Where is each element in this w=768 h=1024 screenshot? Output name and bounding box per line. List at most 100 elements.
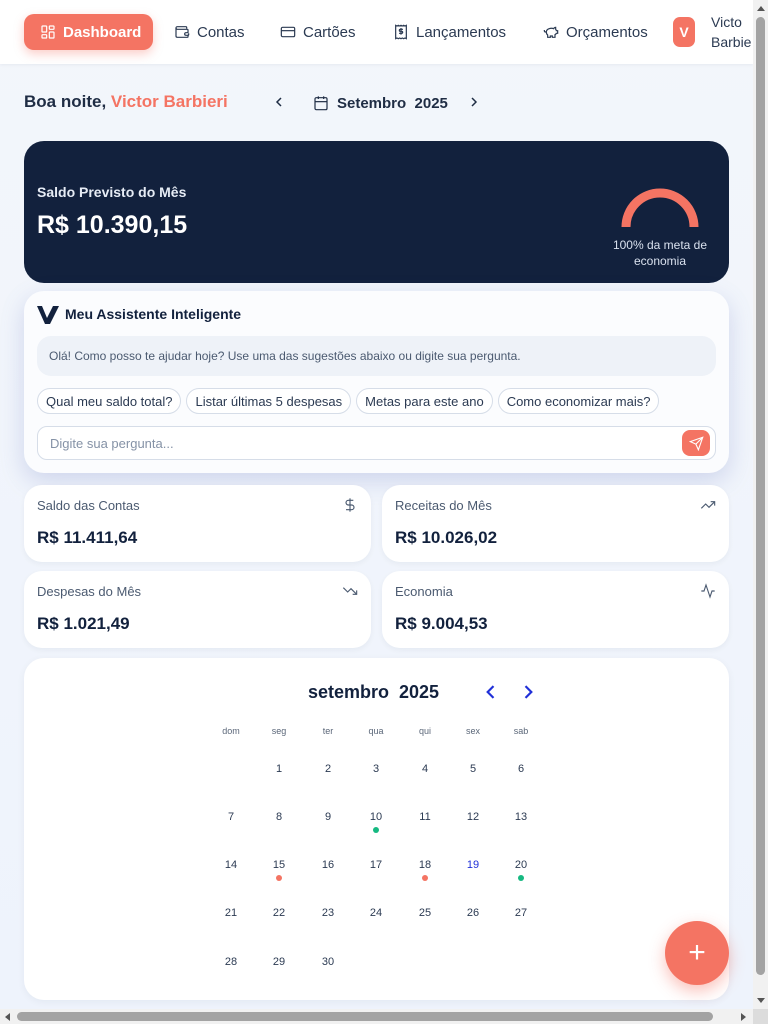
weekday-header: qui: [418, 726, 431, 736]
calendar-day[interactable]: 30: [308, 956, 348, 968]
calendar-day[interactable]: 22: [259, 907, 299, 919]
nav-cartoes[interactable]: Cartões: [280, 14, 356, 50]
chevron-left-icon: [275, 97, 282, 107]
add-transaction-button[interactable]: +: [665, 921, 729, 985]
calendar-day[interactable]: 9: [308, 811, 348, 823]
calendar-day[interactable]: 3: [356, 763, 396, 775]
scroll-up-arrow-icon[interactable]: [757, 6, 765, 11]
wallet-icon: [175, 26, 190, 38]
user-avatar[interactable]: V: [673, 17, 695, 47]
nav-contas-label: Contas: [197, 23, 245, 41]
prev-month-button[interactable]: [264, 87, 294, 117]
expense-event-dot: [422, 875, 428, 881]
calendar-day[interactable]: 4: [405, 763, 445, 775]
calendar-day[interactable]: 25: [405, 907, 445, 919]
calendar-day[interactable]: 18: [405, 859, 445, 871]
stat-card-savings: Economia R$ 9.004,53: [382, 571, 729, 648]
stat-value: R$ 10.026,02: [395, 528, 498, 547]
calendar-day[interactable]: 21: [211, 907, 251, 919]
scroll-right-arrow-icon[interactable]: [741, 1013, 746, 1021]
user-name-line2: Barbie: [711, 34, 752, 50]
forecast-balance-label: Saldo Previsto do Mês: [37, 184, 187, 200]
calendar-day[interactable]: 28: [211, 956, 251, 968]
calendar-day[interactable]: 1: [259, 763, 299, 775]
credit-card-icon: [280, 26, 296, 38]
weekday-header: ter: [322, 726, 334, 736]
nav-orcamentos-label: Orçamentos: [566, 23, 648, 41]
calendar-day[interactable]: 8: [259, 811, 299, 823]
scroll-left-arrow-icon[interactable]: [5, 1013, 10, 1021]
assistant-card: Meu Assistente Inteligente Olá! Como pos…: [24, 291, 729, 473]
calendar-day[interactable]: 24: [356, 907, 396, 919]
forecast-balance-value: R$ 10.390,15: [37, 211, 188, 239]
trending-down-icon: [342, 583, 358, 599]
greeting: Boa noite, Victor Barbieri: [24, 92, 228, 112]
nav-lancamentos-label: Lançamentos: [416, 23, 507, 41]
grid-icon: [41, 25, 55, 39]
savings-goal-text: 100% da meta de economia: [612, 238, 708, 268]
calendar-day[interactable]: 17: [356, 859, 396, 871]
suggestion-chip[interactable]: Listar últimas 5 despesas: [186, 388, 352, 414]
horizontal-scroll-thumb[interactable]: [17, 1012, 713, 1021]
nav-contas[interactable]: Contas: [174, 14, 245, 50]
piggy-bank-icon: [543, 26, 559, 38]
calendar-day[interactable]: 23: [308, 907, 348, 919]
calendar-day[interactable]: 13: [501, 811, 541, 823]
assistant-question-input[interactable]: [37, 426, 716, 460]
calendar-day[interactable]: 27: [501, 907, 541, 919]
assistant-title: Meu Assistente Inteligente: [65, 306, 242, 322]
calendar-day[interactable]: 10: [356, 811, 396, 823]
calendar-day[interactable]: 26: [453, 907, 493, 919]
chevron-left-icon: [486, 685, 495, 699]
calendar-day[interactable]: 5: [453, 763, 493, 775]
calendar-day[interactable]: 12: [453, 811, 493, 823]
send-button[interactable]: [682, 430, 710, 456]
assistant-message: Olá! Como posso te ajudar hoje? Use uma …: [37, 336, 716, 376]
suggestion-chip[interactable]: Metas para este ano: [356, 388, 493, 414]
user-name[interactable]: Victo Barbie: [710, 12, 753, 52]
vertical-scroll-thumb[interactable]: [756, 17, 765, 975]
income-event-dot: [373, 827, 379, 833]
receipt-icon: [395, 24, 407, 40]
suggestion-chip[interactable]: Qual meu saldo total?: [37, 388, 182, 414]
calendar-day-today[interactable]: 19: [453, 859, 493, 871]
stat-card-account-balance: Saldo das Contas R$ 11.411,64: [24, 485, 371, 562]
dollar-icon: [342, 497, 358, 513]
weekday-header: qua: [368, 726, 384, 736]
calendar-day[interactable]: 14: [211, 859, 251, 871]
expense-event-dot: [276, 875, 282, 881]
stat-value: R$ 1.021,49: [37, 614, 130, 633]
weekday-header: sab: [513, 726, 529, 736]
calendar-day[interactable]: 7: [211, 811, 251, 823]
calendar-prev-button[interactable]: [481, 682, 501, 702]
stat-value: R$ 11.411,64: [37, 528, 138, 547]
stat-label: Receitas do Mês: [395, 498, 492, 513]
scroll-down-arrow-icon[interactable]: [757, 998, 765, 1003]
trending-up-icon: [700, 497, 716, 513]
nav-orcamentos[interactable]: Orçamentos: [543, 14, 648, 50]
month-selector[interactable]: Setembro 2025: [303, 87, 458, 119]
calendar-day[interactable]: 16: [308, 859, 348, 871]
activity-icon: [700, 583, 716, 599]
horizontal-scrollbar[interactable]: [0, 1009, 753, 1024]
stat-value: R$ 9.004,53: [395, 614, 488, 633]
next-month-button[interactable]: [459, 87, 489, 117]
calendar-day[interactable]: 11: [405, 811, 445, 823]
nav-lancamentos[interactable]: Lançamentos: [393, 14, 506, 50]
calendar-day[interactable]: 29: [259, 956, 299, 968]
greeting-name: Victor Barbieri: [110, 92, 228, 111]
calendar-day[interactable]: 15: [259, 859, 299, 871]
chevron-right-icon: [524, 685, 533, 699]
nav-dashboard[interactable]: Dashboard: [24, 14, 153, 50]
vertical-scrollbar[interactable]: [753, 0, 768, 1009]
calendar-day[interactable]: 2: [308, 763, 348, 775]
stat-label: Despesas do Mês: [37, 584, 142, 599]
send-icon: [688, 435, 704, 451]
calendar-card: setembro 2025 dom seg ter qua qui sex sab 1 2 3 4 5…: [24, 658, 729, 1000]
calendar-day[interactable]: 6: [501, 763, 541, 775]
stat-label: Economia: [395, 584, 453, 599]
calendar-next-button[interactable]: [518, 682, 538, 702]
month-selector-label: Setembro 2025: [337, 94, 448, 112]
calendar-day[interactable]: 20: [501, 859, 541, 871]
suggestion-chip[interactable]: Como economizar mais?: [497, 388, 660, 414]
